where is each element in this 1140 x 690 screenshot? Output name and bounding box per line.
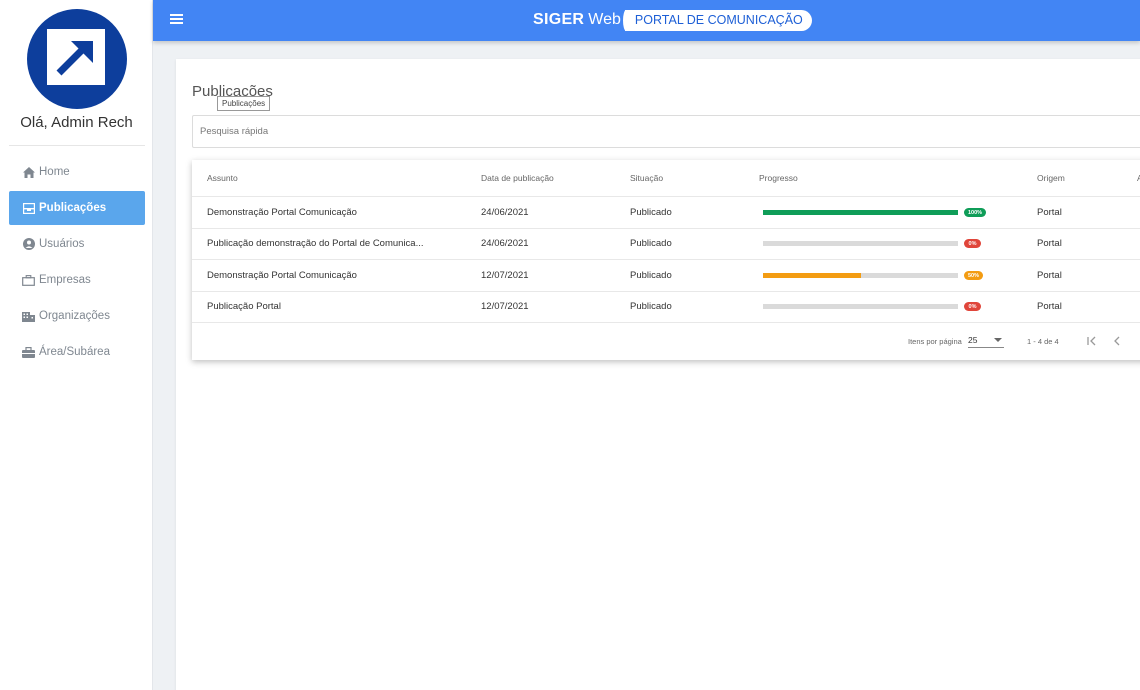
sidebar: Olá, Admin Rech Home Publicações Usuário… (0, 0, 153, 690)
column-header-origem[interactable]: Origem (1037, 160, 1065, 196)
previous-page-icon[interactable] (1109, 333, 1125, 349)
table-header: Assunto Data de publicação Situação Prog… (192, 160, 1140, 197)
brand-name: SIGER (533, 11, 585, 28)
cell-assunto: Demonstração Portal Comunicação (207, 270, 357, 281)
table-row[interactable]: Publicação demonstração do Portal de Com… (192, 228, 1140, 260)
building-icon (22, 310, 35, 323)
brand-pill: PORTAL DE COMUNICAÇÃO (622, 9, 812, 31)
cell-assunto: Demonstração Portal Comunicação (207, 207, 357, 218)
user-icon (22, 238, 35, 251)
sidebar-item-empresas[interactable]: Empresas (9, 263, 145, 297)
cell-situacao: Publicado (630, 207, 672, 218)
sidebar-item-label: Empresas (39, 274, 91, 286)
briefcase-icon (22, 274, 35, 287)
sidebar-nav: Home Publicações Usuários Empresas Organ… (9, 155, 145, 371)
table-row[interactable]: Publicação Portal 12/07/2021 Publicado 0% Po… (192, 291, 1140, 323)
table-row[interactable]: Demonstração Portal Comunicação 12/07/202… (192, 260, 1140, 292)
home-icon (22, 166, 35, 179)
progress-badge: 50% (964, 271, 984, 280)
menu-icon[interactable] (170, 14, 183, 26)
cell-data: 24/06/2021 (481, 207, 529, 218)
search-input[interactable] (192, 115, 1140, 148)
sidebar-item-usuarios[interactable]: Usuários (9, 227, 145, 261)
cell-data: 12/07/2021 (481, 270, 529, 281)
cell-origem: Portal (1037, 301, 1062, 312)
items-per-page-label: Itens por página (908, 337, 962, 346)
sidebar-item-home[interactable]: Home (9, 155, 145, 189)
chevron-down-icon (994, 338, 1002, 342)
sidebar-item-label: Publicações (39, 202, 107, 214)
column-header-data[interactable]: Data de publicação (481, 160, 554, 196)
page-size-select[interactable]: 25 (968, 332, 1004, 348)
page-size-value: 25 (968, 334, 978, 345)
cell-situacao: Publicado (630, 238, 672, 249)
column-header-assunto[interactable]: Assunto (207, 160, 477, 196)
table-row[interactable]: Demonstração Portal Comunicação 24/06/202… (192, 197, 1140, 229)
inbox-icon (22, 202, 35, 215)
cell-situacao: Publicado (630, 270, 672, 281)
sidebar-item-label: Usuários (39, 238, 85, 250)
sidebar-item-publicacoes[interactable]: Publicações (9, 191, 145, 225)
sidebar-item-organizacoes[interactable]: Organizações (9, 299, 145, 333)
sidebar-item-label: Organizações (39, 310, 110, 322)
sidebar-item-label: Área/Subárea (39, 346, 110, 358)
brand: SIGER Web PORTAL DE COMUNICAÇÃO (533, 9, 812, 31)
cell-situacao: Publicado (630, 301, 672, 312)
arrow-icon (47, 29, 105, 85)
column-header-progresso[interactable]: Progresso (759, 160, 798, 196)
cell-origem: Portal (1037, 270, 1062, 281)
progress-badge: 0% (964, 239, 981, 248)
publications-table: Assunto Data de publicação Situação Prog… (192, 160, 1140, 360)
first-page-icon[interactable] (1084, 333, 1100, 349)
progress-badge: 100% (964, 208, 987, 217)
toolbox-icon (22, 346, 35, 359)
user-greeting: Olá, Admin Rech (20, 114, 133, 131)
logo (27, 9, 127, 109)
main-card: Publicações Publicações Assunto Data de … (176, 59, 1140, 690)
sidebar-divider (9, 145, 145, 146)
progress-bar (763, 241, 958, 246)
progress-bar (763, 273, 958, 278)
cell-data: 24/06/2021 (481, 238, 529, 249)
progress-fill (763, 273, 861, 278)
progress-bar (763, 304, 958, 309)
progress-fill (763, 210, 958, 215)
brand-web: Web (588, 11, 621, 28)
progress-bar (763, 210, 958, 215)
cell-assunto: Publicação demonstração do Portal de Com… (207, 238, 424, 249)
cell-data: 12/07/2021 (481, 301, 529, 312)
sidebar-item-label: Home (39, 166, 70, 178)
tooltip: Publicações (217, 96, 271, 111)
column-header-situacao[interactable]: Situação (630, 160, 663, 196)
top-bar: SIGER Web PORTAL DE COMUNICAÇÃO (153, 0, 1140, 41)
cell-assunto: Publicação Portal (207, 301, 281, 312)
page-range: 1 - 4 de 4 (1027, 337, 1059, 346)
cell-origem: Portal (1037, 207, 1062, 218)
sidebar-item-area-subarea[interactable]: Área/Subárea (9, 335, 145, 369)
progress-badge: 0% (964, 302, 981, 311)
paginator: Itens por página 25 1 - 4 de 4 (192, 323, 1140, 360)
cell-origem: Portal (1037, 238, 1062, 249)
